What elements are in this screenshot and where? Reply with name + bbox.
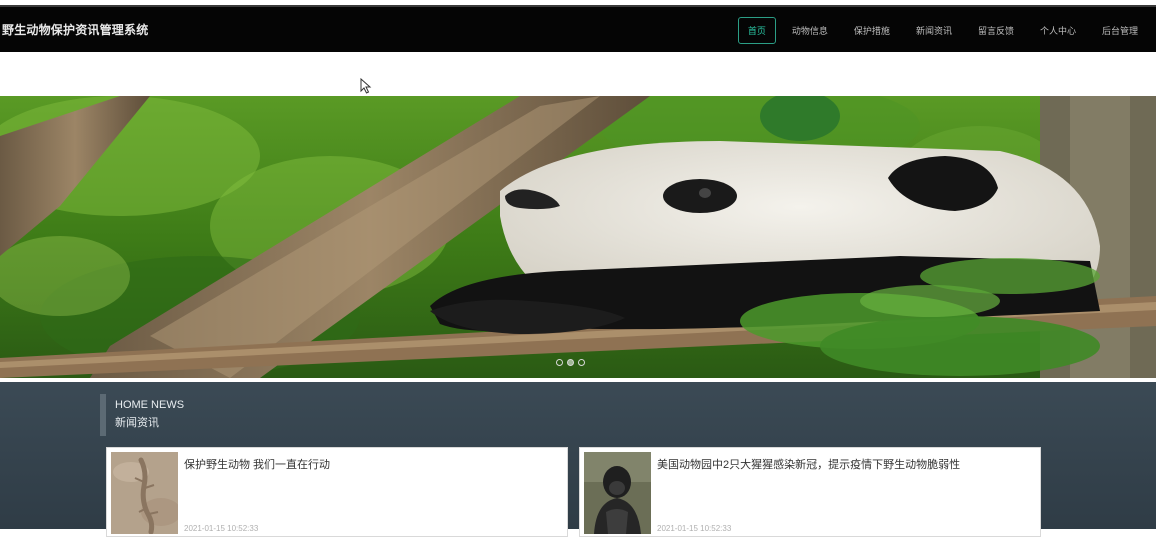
nav-feedback[interactable]: 留言反馈 — [968, 17, 1024, 44]
news-card[interactable]: 保护野生动物 我们一直在行动 2021-01-15 10:52:33 — [106, 447, 568, 537]
news-heading-en: HOME NEWS — [115, 399, 185, 411]
carousel-indicators — [556, 359, 589, 366]
news-thumbnail-lizard[interactable] — [111, 452, 178, 534]
news-section-heading: HOME NEWS 新闻资讯 — [100, 394, 184, 436]
carousel-dot-2[interactable] — [567, 359, 574, 366]
carousel-dot-3[interactable] — [578, 359, 585, 366]
top-navbar: 野生动物保护资讯管理系统 首页 动物信息 保护措施 新闻资讯 留言反馈 个人中心… — [0, 5, 1156, 52]
carousel-dot-1[interactable] — [556, 359, 563, 366]
news-title[interactable]: 美国动物园中2只大猩猩感染新冠，提示疫情下野生动物脆弱性 — [657, 456, 960, 472]
news-heading-zh: 新闻资讯 — [115, 417, 159, 429]
main-nav: 首页 动物信息 保护措施 新闻资讯 留言反馈 个人中心 后台管理 — [732, 17, 1148, 44]
news-title[interactable]: 保护野生动物 我们一直在行动 — [184, 456, 330, 472]
nav-personal-center[interactable]: 个人中心 — [1030, 17, 1086, 44]
banner-image — [0, 96, 1156, 378]
banner-carousel[interactable] — [0, 96, 1156, 378]
nav-animal-info[interactable]: 动物信息 — [782, 17, 838, 44]
nav-protection-measures[interactable]: 保护措施 — [844, 17, 900, 44]
mouse-pointer-icon — [360, 78, 372, 94]
site-title[interactable]: 野生动物保护资讯管理系统 — [2, 21, 148, 38]
news-thumbnail-gorilla[interactable] — [584, 452, 651, 534]
nav-admin[interactable]: 后台管理 — [1092, 17, 1148, 44]
nav-home[interactable]: 首页 — [737, 17, 776, 44]
nav-news[interactable]: 新闻资讯 — [906, 17, 962, 44]
news-card[interactable]: 美国动物园中2只大猩猩感染新冠，提示疫情下野生动物脆弱性 2021-01-15 … — [579, 447, 1041, 537]
